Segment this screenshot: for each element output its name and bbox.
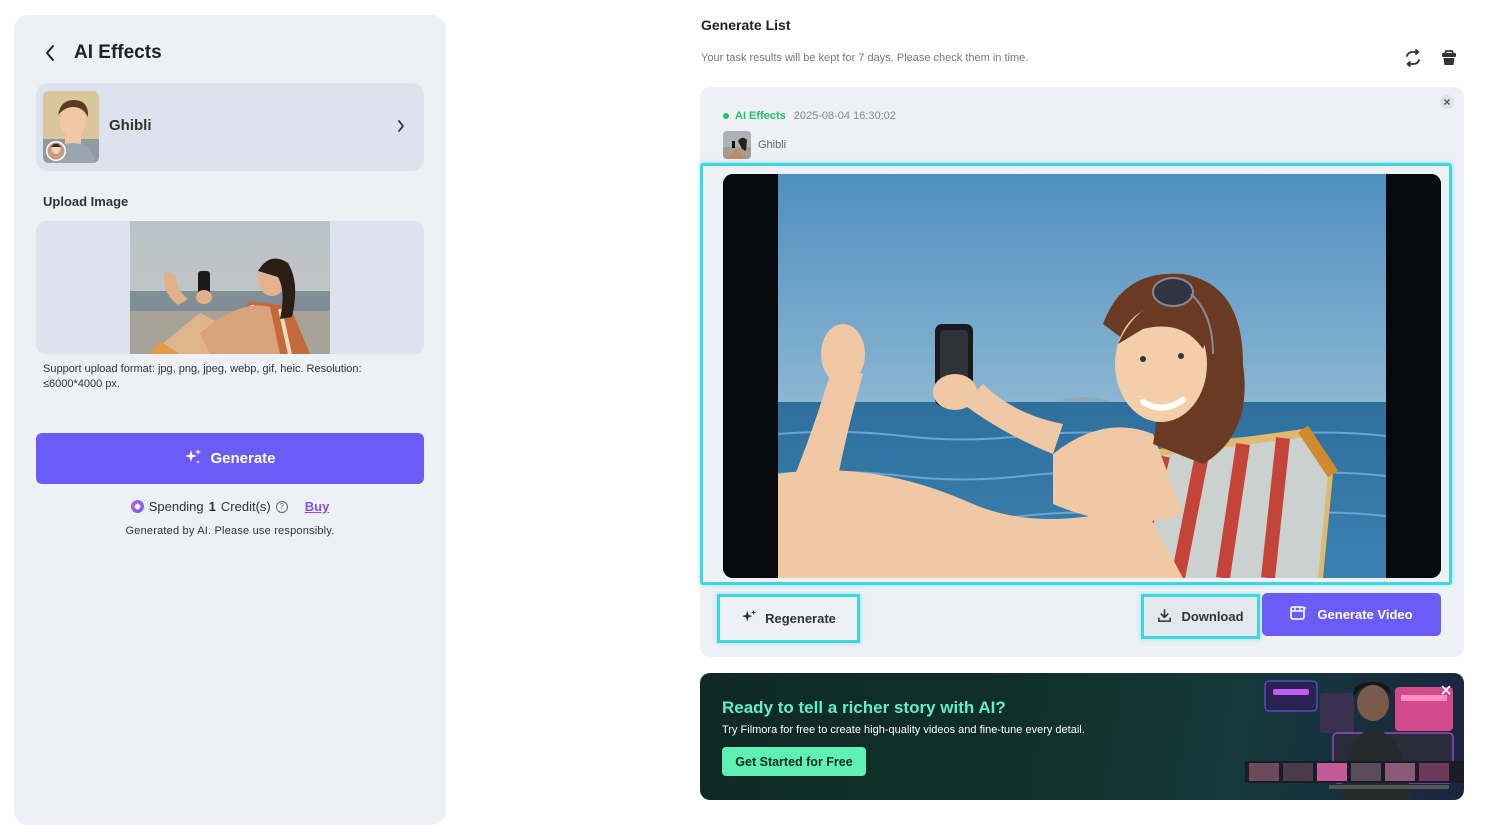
- download-button[interactable]: Download: [1141, 594, 1260, 639]
- status-label: AI Effects: [735, 110, 786, 122]
- download-icon: [1157, 608, 1172, 626]
- task-status: AI Effects 2025-08-04 16:30:02: [723, 110, 896, 122]
- filmora-promo-banner: Ready to tell a richer story with AI? Tr…: [700, 673, 1464, 800]
- video-sparkle-icon: [1290, 605, 1308, 624]
- question-circle-icon[interactable]: ?: [275, 500, 288, 513]
- close-icon[interactable]: [1440, 683, 1452, 695]
- source-thumbnail: [723, 131, 751, 159]
- generate-list-title: Generate List: [701, 17, 791, 33]
- ai-effects-panel: AI Effects Ghibli Upload Image Support u…: [14, 15, 446, 825]
- result-highlight-frame: [700, 163, 1452, 585]
- ai-disclaimer: Generated by AI. Please use responsibly.: [125, 525, 335, 537]
- refresh-icon[interactable]: [1403, 48, 1423, 68]
- generate-video-button[interactable]: Generate Video: [1262, 593, 1441, 636]
- trash-icon[interactable]: [1439, 48, 1459, 68]
- close-icon[interactable]: [1440, 95, 1454, 109]
- upload-image-area[interactable]: [36, 221, 424, 354]
- buy-link[interactable]: Buy: [305, 499, 330, 514]
- upload-label: Upload Image: [43, 194, 129, 209]
- panel-title: AI Effects: [74, 42, 162, 63]
- effect-thumbnail: [43, 91, 99, 163]
- generate-button-label: Generate: [210, 450, 276, 467]
- sparkle-icon: [741, 609, 757, 628]
- spending-prefix: Spending: [148, 499, 204, 514]
- get-started-button[interactable]: Get Started for Free: [722, 747, 866, 776]
- regenerate-label: Regenerate: [765, 611, 836, 626]
- effect-selector-card[interactable]: Ghibli: [36, 83, 424, 171]
- spending-suffix: Credit(s): [220, 499, 271, 514]
- task-effect-name: Ghibli: [758, 139, 787, 151]
- spending-info: Spending 1 Credit(s) ? Buy: [14, 499, 446, 514]
- generate-list-subtitle: Your task results will be kept for 7 day…: [701, 52, 1029, 64]
- banner-title: Ready to tell a richer story with AI?: [722, 698, 1006, 717]
- task-effect: Ghibli: [723, 131, 786, 159]
- chevron-right-icon: [396, 118, 406, 134]
- credit-gem-icon: [130, 500, 144, 513]
- effect-name: Ghibli: [109, 117, 152, 134]
- result-card: AI Effects 2025-08-04 16:30:02 Ghibli Re…: [700, 87, 1464, 657]
- generate-button[interactable]: Generate: [36, 433, 424, 484]
- status-dot: [723, 113, 729, 119]
- task-timestamp: 2025-08-04 16:30:02: [793, 110, 896, 122]
- generate-video-label: Generate Video: [1317, 607, 1413, 622]
- spending-count: 1: [208, 499, 216, 514]
- banner-subtitle: Try Filmora for free to create high-qual…: [722, 724, 1085, 736]
- panel-header: AI Effects: [44, 41, 162, 65]
- regenerate-button[interactable]: Regenerate: [717, 594, 860, 643]
- sparkle-icon: [184, 448, 202, 470]
- download-label: Download: [1181, 609, 1244, 624]
- banner-artwork: [1245, 673, 1464, 800]
- uploaded-photo: [130, 221, 330, 354]
- upload-support-note: Support upload format: jpg, png, jpeg, w…: [43, 363, 362, 390]
- chevron-left-icon[interactable]: [44, 41, 60, 65]
